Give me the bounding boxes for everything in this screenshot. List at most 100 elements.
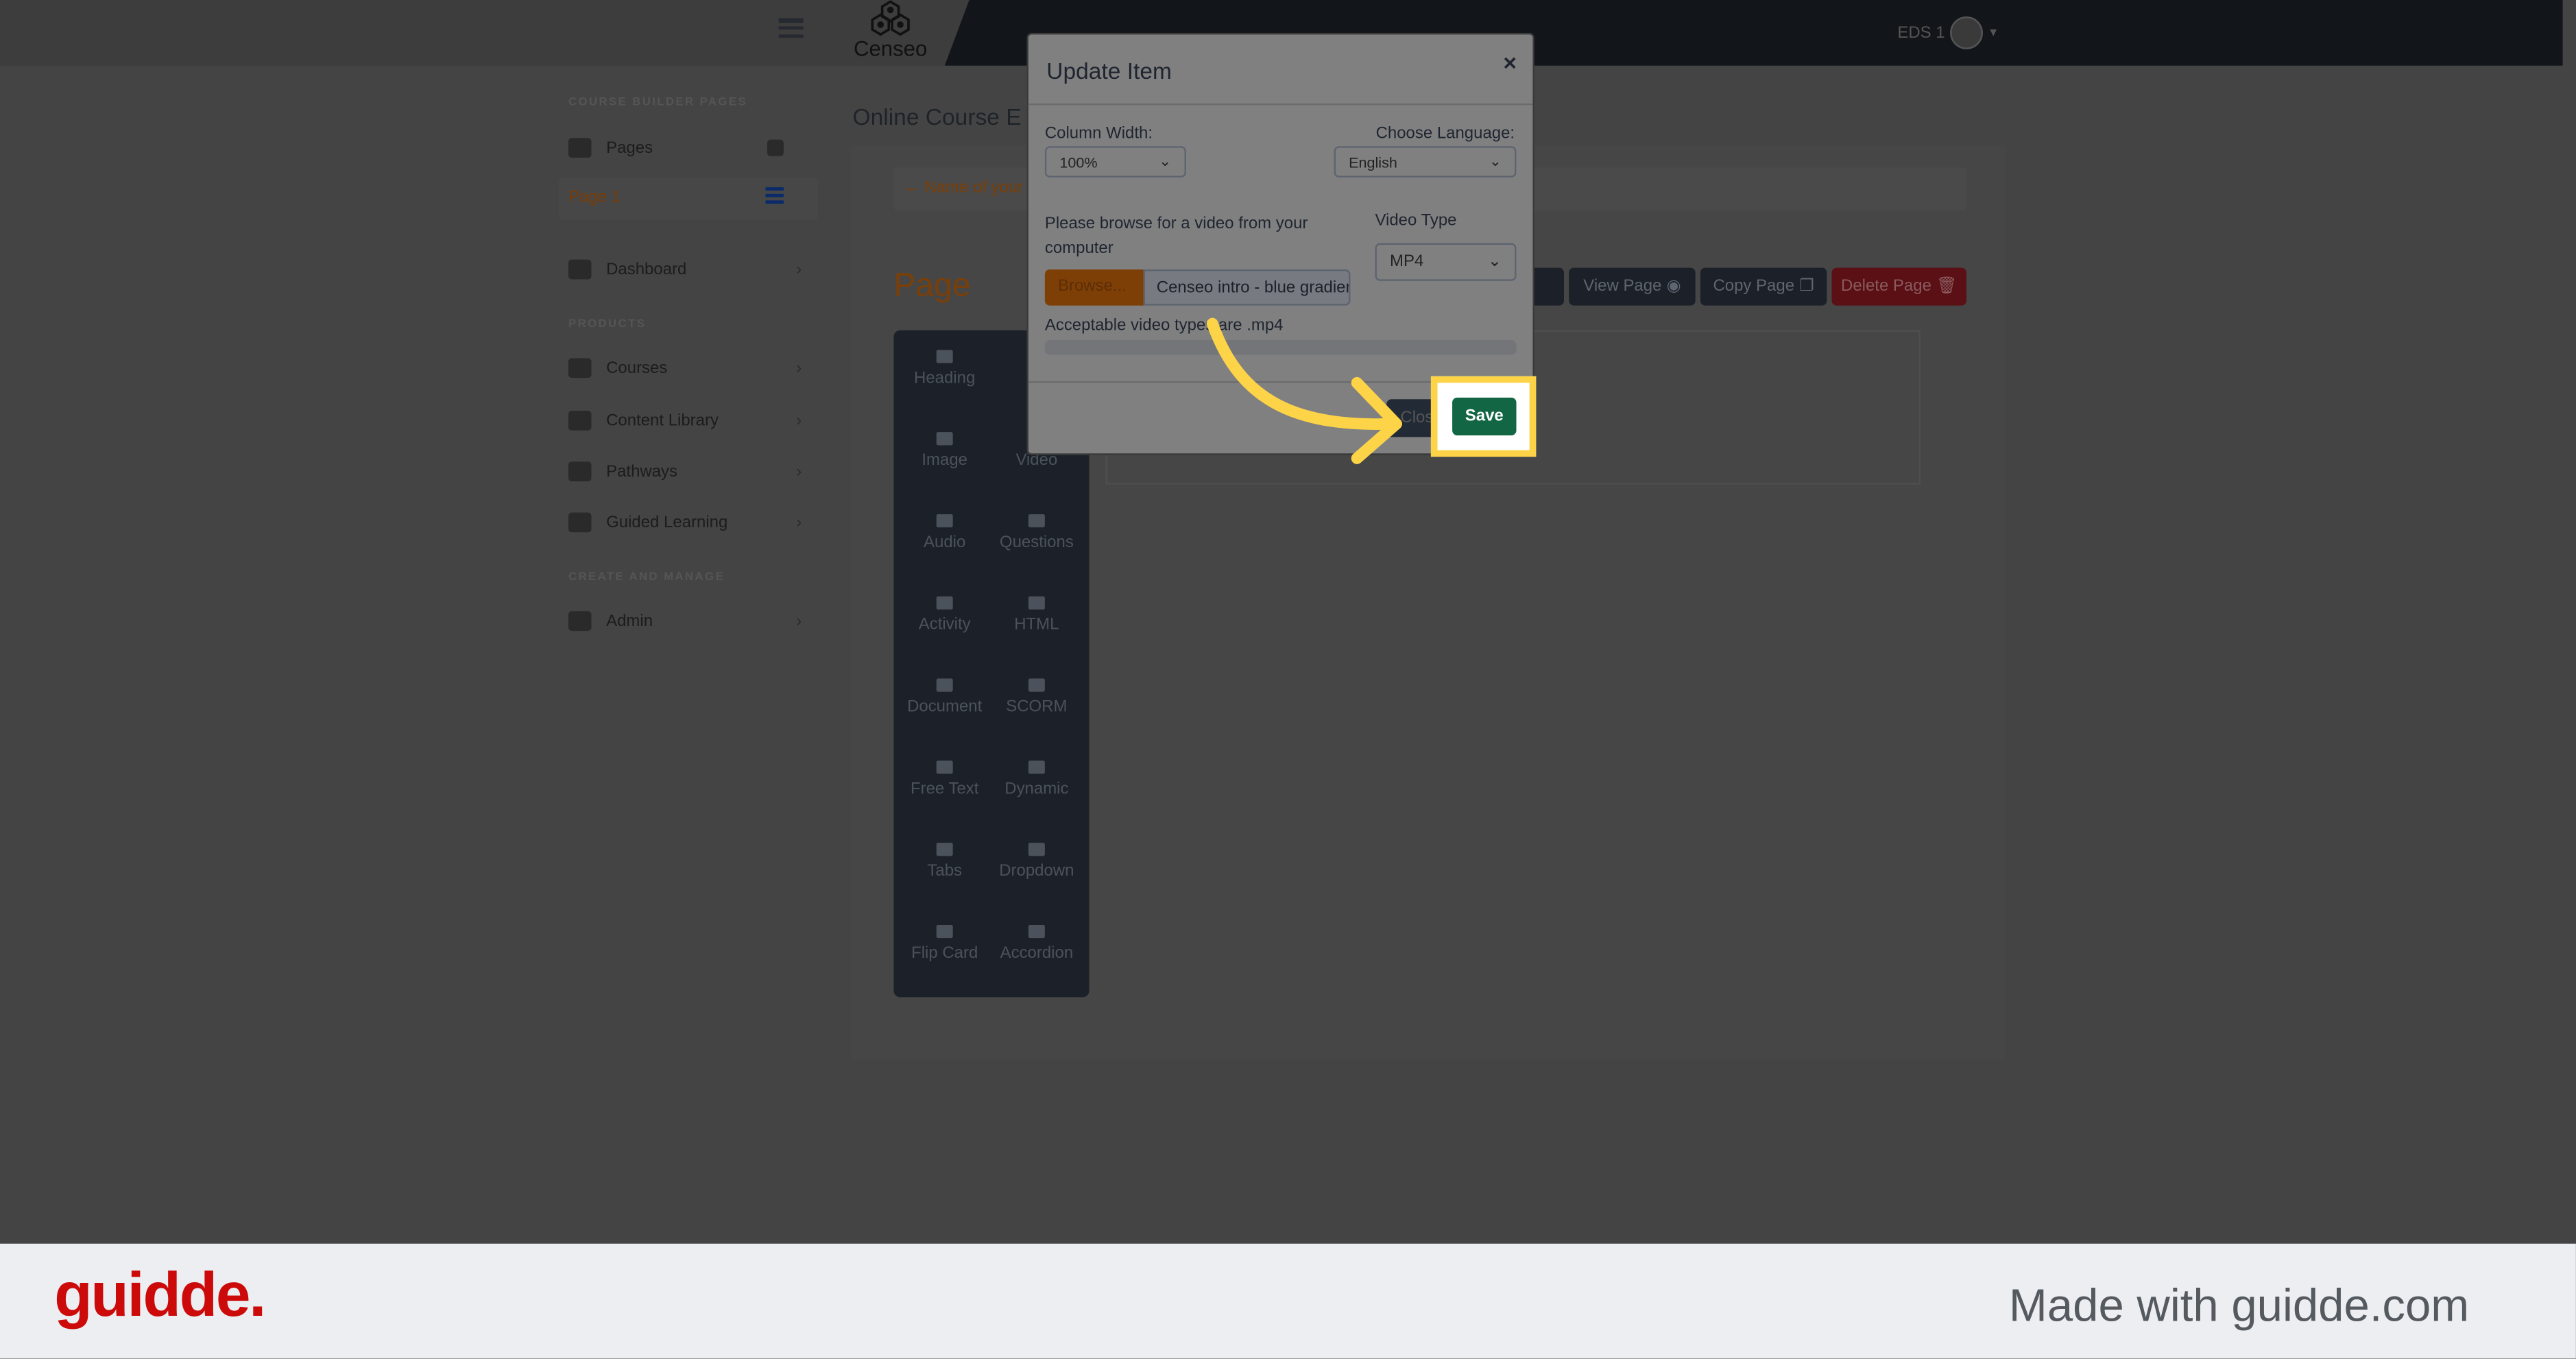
tool-flip-card[interactable]: Flip Card [899,924,991,963]
tool-html[interactable]: HTML [991,596,1083,634]
sidebar-item-dashboard[interactable]: Dashboard › [568,256,802,282]
tool-label: Document [907,698,983,717]
section-label: PRODUCTS [568,318,647,330]
caret-down-icon: ▼ [1987,27,1999,39]
app-screen: Censeo EDS 1 ▼ COURSE BUILDER PAGES Page… [0,0,2576,1359]
chevron-right-icon: › [796,260,802,279]
tool-label: Flip Card [911,944,978,963]
label: Courses [606,359,668,377]
tool-icon [936,432,953,446]
label: Pathways [606,462,678,481]
column-width-label: Column Width: [1044,125,1153,143]
tool-image[interactable]: Image [899,432,991,470]
tool-accordion[interactable]: Accordion [991,924,1083,963]
sidebar-item-courses[interactable]: Courses › [568,355,802,381]
tool-label: Accordion [1000,944,1074,963]
video-type-label: Video Type [1375,212,1457,230]
tool-icon [1028,514,1045,528]
courses-icon [568,358,592,378]
menu-toggle-icon[interactable] [778,18,804,38]
sidebar-item-pathways[interactable]: Pathways › [568,458,802,484]
label: View Page [1583,277,1662,296]
value: MP4 [1390,252,1424,272]
tool-icon [1028,843,1045,856]
tool-label: Questions [999,533,1074,553]
copy-icon: ❐ [1799,277,1814,296]
label: Delete Page [1841,277,1931,296]
tool-label: Free Text [910,780,979,799]
chevron-right-icon: › [796,462,802,481]
tool-activity[interactable]: Activity [899,596,991,634]
page-title: Page [893,267,971,304]
sidebar-item-content-library[interactable]: Content Library › [568,407,802,433]
save-button[interactable]: Save [1452,397,1517,435]
delete-page-button[interactable]: Delete Page 🗑 [1831,267,1967,306]
sidebar-item-admin[interactable]: Admin › [568,608,802,634]
gear-icon [568,611,592,632]
view-page-button[interactable]: View Page ◉ [1569,267,1696,306]
chevron-right-icon: › [796,411,802,430]
tool-document[interactable]: Document [899,678,991,717]
browse-button[interactable]: Browse... [1044,269,1144,306]
tool-free-text[interactable]: Free Text [899,760,991,798]
censeo-logo[interactable]: Censeo [847,0,933,66]
tool-label: Audio [924,533,966,553]
page-heading: Online Course E [852,103,1022,130]
tool-questions[interactable]: Questions [991,514,1083,552]
tool-icon [936,596,953,610]
add-page-icon[interactable] [767,139,784,156]
made-with-text: Made with guidde.com [2008,1279,2470,1331]
chevron-right-icon: › [796,612,802,630]
avatar-icon [1949,16,1983,49]
tool-icon [936,843,953,856]
tool-icon [936,924,953,939]
tool-label: Tabs [927,862,963,881]
tool-label: Activity [918,616,971,634]
close-icon[interactable]: × [1503,49,1517,75]
label: Content Library [606,411,719,430]
pointer-arrow-icon [1206,317,1402,464]
book-icon [568,411,592,431]
sidebar-item-pages[interactable]: Pages [568,134,802,160]
chevron-down-icon: ⌄ [1487,252,1502,272]
tool-icon [936,678,953,692]
chevron-down-icon: ⌄ [1489,152,1502,169]
trash-icon: 🗑 [1936,277,1958,296]
user-menu[interactable]: EDS 1 ▼ [1897,16,1999,49]
file-name-input[interactable]: Censeo intro - blue gradient [1143,269,1351,306]
language-select[interactable]: English ⌄ [1334,146,1517,178]
tool-icon [1028,678,1045,692]
guidde-logo: guidde. [54,1262,266,1331]
copy-page-button[interactable]: Copy Page ❐ [1700,267,1827,306]
tool-tabs[interactable]: Tabs [899,843,991,880]
section-label: COURSE BUILDER PAGES [568,97,748,109]
section-label: CREATE AND MANAGE [568,571,725,584]
label: Dashboard [606,260,687,279]
value: English [1349,154,1397,170]
tool-icon [1028,760,1045,774]
tool-icon [1028,924,1045,939]
tool-icon [1028,596,1045,610]
tool-icon [936,350,953,363]
reorder-icon[interactable] [765,187,784,204]
chevron-right-icon: › [796,513,802,532]
column-width-select[interactable]: 100% ⌄ [1044,146,1186,178]
tool-heading[interactable]: Heading [899,350,991,387]
sidebar-item-guided-learning[interactable]: Guided Learning › [568,509,802,536]
dashboard-icon [568,259,592,280]
tool-label: Image [922,451,967,470]
bank-icon [568,138,592,158]
award-icon [568,461,592,482]
value: 100% [1059,154,1098,170]
label: Copy Page [1713,277,1795,296]
tool-dynamic[interactable]: Dynamic [991,760,1083,798]
tool-label: Dropdown [999,862,1074,881]
tool-label: HTML [1014,616,1059,634]
tool-scorm[interactable]: SCORM [991,678,1083,717]
user-name: EDS 1 [1897,23,1945,43]
video-type-select[interactable]: MP4 ⌄ [1375,243,1517,281]
tool-dropdown[interactable]: Dropdown [991,843,1083,880]
page-1-label: Page 1 [568,189,621,207]
tool-label: Dynamic [1004,780,1069,799]
tool-audio[interactable]: Audio [899,514,991,552]
